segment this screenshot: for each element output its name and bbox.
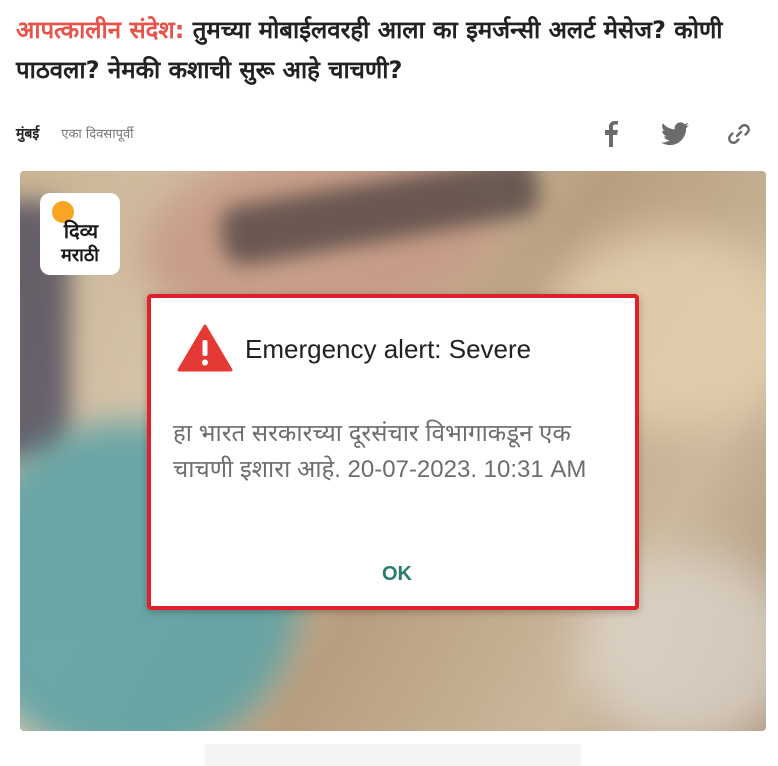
- share-bar: [594, 118, 756, 148]
- headline-kicker: आपत्कालीन संदेश:: [16, 16, 185, 44]
- facebook-icon[interactable]: [594, 118, 628, 148]
- alert-title: Emergency alert: Severe: [245, 334, 532, 364]
- logo-line-2: मराठी: [61, 245, 99, 266]
- hero-image: दिव्य मराठी Emergency alert: Severe हा भ…: [20, 171, 766, 731]
- dateline-city[interactable]: मुंबई: [16, 124, 39, 143]
- published-time: एका दिवसापूर्वी: [61, 127, 134, 142]
- ad-slot: [205, 744, 581, 766]
- warning-triangle-icon: [177, 324, 233, 372]
- alert-message: हा भारत सरकारच्या दूरसंचार विभागाकडून एक…: [173, 420, 587, 483]
- article-headline: आपत्कालीन संदेश: तुमच्या मोबाईलवरही आला …: [16, 10, 756, 90]
- ok-button[interactable]: OK: [361, 554, 433, 594]
- twitter-icon[interactable]: [658, 118, 692, 148]
- emergency-alert-dialog: Emergency alert: Severe हा भारत सरकारच्य…: [147, 294, 639, 610]
- divya-marathi-logo: दिव्य मराठी: [40, 193, 120, 275]
- link-icon[interactable]: [722, 118, 756, 148]
- logo-line-1: दिव्य: [63, 219, 99, 243]
